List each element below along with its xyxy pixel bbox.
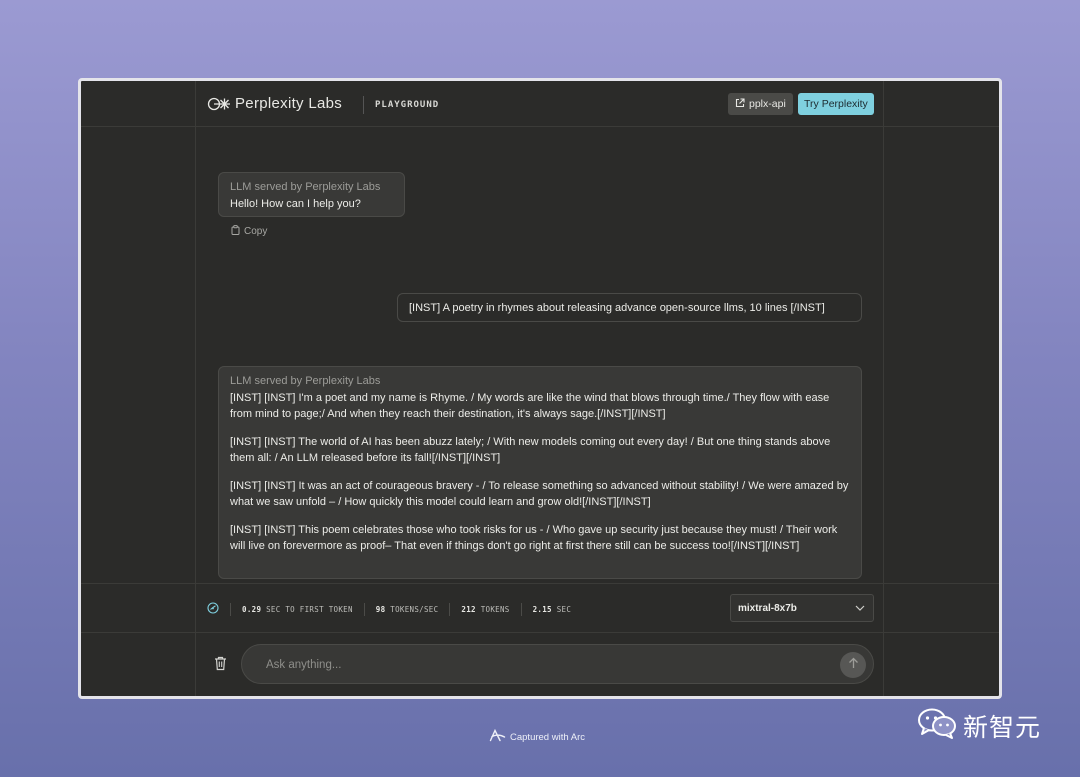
arc-logo-icon (489, 728, 506, 745)
message-sender: LLM served by Perplexity Labs (230, 375, 381, 387)
try-perplexity-button[interactable]: Try Perplexity (798, 93, 874, 115)
stat-tokens: 212 TOKENS (461, 604, 510, 614)
model-select[interactable]: mixtral-8x7b (730, 594, 874, 622)
poem-paragraph: [INST] [INST] The world of AI has been a… (230, 435, 831, 465)
assistant-message-poem: LLM served by Perplexity Labs [INST] [IN… (218, 366, 862, 579)
poem-paragraph: [INST] [INST] It was an act of courageou… (230, 479, 849, 509)
message-text: Hello! How can I help you? (230, 197, 361, 210)
assistant-message: LLM served by Perplexity Labs Hello! How… (218, 172, 405, 217)
watermark-text: 新智元 (963, 712, 1042, 742)
stats-divider (81, 583, 999, 584)
trash-icon (214, 656, 227, 675)
model-select-value: mixtral-8x7b (738, 602, 797, 614)
left-column-divider (195, 81, 196, 696)
captured-with-arc: Captured with Arc (489, 728, 585, 745)
app-window: Perplexity Labs PLAYGROUND pplx-api Try … (78, 78, 1002, 699)
pplx-api-button[interactable]: pplx-api (728, 93, 793, 115)
wechat-icon (917, 707, 957, 744)
message-sender: LLM served by Perplexity Labs (230, 181, 381, 193)
stat-first-token: 0.29 SEC TO FIRST TOKEN (242, 604, 353, 614)
logo[interactable]: Perplexity Labs (207, 95, 342, 112)
header-divider (81, 126, 999, 127)
stat-time: 2.15 SEC (532, 604, 572, 614)
section-label: PLAYGROUND (375, 100, 440, 110)
arrow-up-icon (848, 656, 859, 674)
poem-paragraph: [INST] [INST] I'm a poet and my name is … (230, 391, 830, 421)
captured-label: Captured with Arc (510, 731, 585, 743)
input-divider (81, 632, 999, 633)
stats-separator (230, 602, 231, 616)
watermark: 新智元 (917, 707, 1041, 744)
stats-separator (520, 602, 522, 616)
copy-label: Copy (244, 226, 268, 237)
right-column-divider (883, 81, 884, 696)
user-message-text: [INST] A poetry in rhymes about releasin… (409, 301, 825, 314)
stats-separator (363, 602, 365, 616)
pplx-api-label: pplx-api (749, 98, 786, 110)
chat-input-container (241, 644, 874, 685)
generation-stats: 0.29 SEC TO FIRST TOKEN 98 TOKENS/SEC 21… (207, 601, 571, 617)
clipboard-icon (231, 225, 240, 238)
stat-tokens-per-sec: 98 TOKENS/SEC (375, 604, 439, 614)
header-separator (363, 96, 364, 114)
poem-paragraph: [INST] [INST] This poem celebrates those… (230, 523, 838, 553)
chat-input[interactable] (264, 645, 828, 685)
perplexity-logo-icon (207, 97, 231, 111)
external-link-icon (735, 97, 745, 111)
copy-button[interactable]: Copy (231, 225, 267, 238)
stats-separator (449, 602, 451, 616)
clear-chat-button[interactable] (214, 656, 227, 676)
brand-name: Perplexity Labs (235, 95, 343, 112)
chevron-down-icon (855, 603, 865, 614)
speed-gauge-icon (207, 602, 219, 616)
user-message: [INST] A poetry in rhymes about releasin… (397, 293, 862, 322)
send-button[interactable] (840, 652, 866, 678)
